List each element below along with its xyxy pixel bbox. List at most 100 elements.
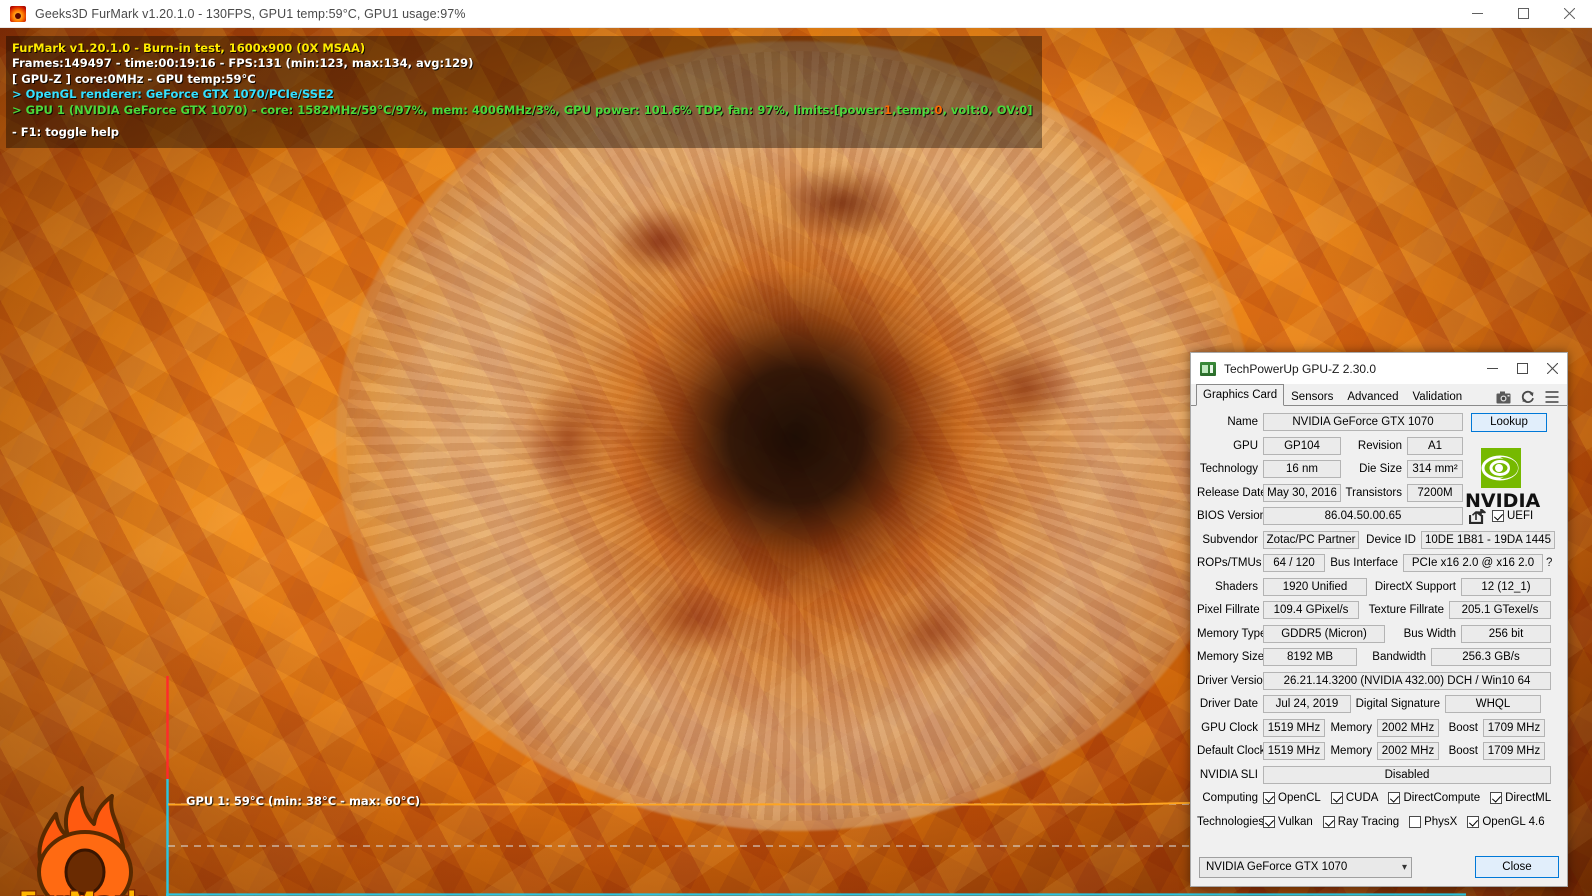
hud-gpu1-main: > GPU 1 (NVIDIA GeForce GTX 1070) - core…: [12, 102, 885, 117]
label-bus-width: Bus Width: [1403, 627, 1456, 640]
row-memsize-bandwidth: Memory Size 8192 MB Bandwidth 256.3 GB/s: [1197, 647, 1559, 667]
value-driver-version: 26.21.14.3200 (NVIDIA 432.00) DCH / Win1…: [1263, 671, 1551, 690]
tab-sensors[interactable]: Sensors: [1284, 386, 1340, 406]
checkbox-directml[interactable]: DirectML: [1490, 792, 1551, 804]
row-computing: Computing OpenCL CUDA DirectCompute Dire…: [1197, 788, 1559, 808]
gpuz-window-title: TechPowerUp GPU-Z 2.30.0: [1224, 361, 1377, 376]
value-memory-type: GDDR5 (Micron): [1263, 624, 1385, 643]
device-select-value: NVIDIA GeForce GTX 1070: [1206, 861, 1348, 873]
maximize-icon[interactable]: [1500, 0, 1546, 28]
value-bios-version: 86.04.50.00.65: [1263, 507, 1463, 525]
value-gpu: GP104: [1263, 436, 1341, 455]
value-memory-size: 8192 MB: [1263, 648, 1357, 666]
tab-validation-label: Validation: [1412, 391, 1463, 403]
label-gpu-boost-clock: Boost: [1448, 721, 1478, 734]
row-shaders-directx: Shaders 1920 Unified DirectX Support 12 …: [1197, 577, 1559, 597]
tab-advanced-label: Advanced: [1347, 391, 1399, 403]
close-button[interactable]: Close: [1475, 856, 1559, 878]
lookup-button[interactable]: Lookup: [1471, 412, 1547, 432]
label-subvendor: Subvendor: [1202, 533, 1258, 546]
value-default-boost-clock: 1709 MHz: [1483, 742, 1545, 760]
uefi-checkbox-box: [1492, 510, 1504, 522]
value-directx-support: 12 (12_1): [1461, 577, 1551, 596]
gpuz-close-icon[interactable]: [1537, 353, 1567, 384]
row-gpu-clock: GPU Clock 1519 MHz Memory 2002 MHz Boost…: [1197, 718, 1559, 738]
menu-icon[interactable]: [1545, 391, 1559, 403]
checkbox-ray-tracing-label: Ray Tracing: [1337, 815, 1400, 828]
furmark-window-title: Geeks3D FurMark v1.20.1.0 - 130FPS, GPU1…: [35, 6, 466, 21]
label-default-boost-clock: Boost: [1448, 745, 1478, 757]
furmark-app-icon: [10, 5, 26, 22]
minimize-icon[interactable]: [1454, 0, 1500, 28]
value-nvidia-sli: Disabled: [1263, 765, 1551, 784]
label-device-id: Device ID: [1366, 533, 1416, 546]
share-bios-icon[interactable]: [1469, 508, 1486, 524]
row-driver-version: Driver Version 26.21.14.3200 (NVIDIA 432…: [1197, 671, 1559, 691]
checkbox-physx-label: PhysX: [1424, 815, 1458, 828]
checkbox-opencl[interactable]: OpenCL: [1263, 792, 1321, 804]
gpuz-graphics-card-panel: NVIDIA Name NVIDIA GeForce GTX 1070 Look…: [1191, 405, 1567, 849]
value-digital-signature: WHQL: [1445, 695, 1541, 713]
bus-interface-help-icon[interactable]: ?: [1543, 557, 1552, 569]
gpuz-window: TechPowerUp GPU-Z 2.30.0 Graphics Card S…: [1190, 352, 1568, 887]
furmark-window-controls: [1454, 0, 1592, 28]
gpuz-maximize-icon[interactable]: [1507, 353, 1537, 384]
checkbox-vulkan[interactable]: Vulkan: [1263, 815, 1313, 828]
checkbox-opengl[interactable]: OpenGL 4.6: [1467, 815, 1545, 828]
computing-checkbox-group: OpenCL CUDA DirectCompute DirectML: [1263, 792, 1551, 804]
hud-gpu1-power-limit: 1: [884, 102, 893, 117]
value-bus-width: 256 bit: [1461, 624, 1551, 643]
checkbox-physx[interactable]: PhysX: [1409, 815, 1458, 828]
checkbox-vulkan-label: Vulkan: [1278, 815, 1313, 828]
hud-gpu1-sep1: ,temp:: [892, 102, 935, 117]
label-shaders: Shaders: [1215, 580, 1258, 593]
checkbox-directml-box: [1490, 792, 1503, 804]
screen: FurMark v1.20.1.0 - Burn-in test, 1600x9…: [0, 0, 1592, 896]
value-die-size: 314 mm²: [1407, 460, 1463, 478]
value-revision: A1: [1407, 436, 1463, 455]
checkbox-cuda[interactable]: CUDA: [1330, 792, 1378, 804]
gpuz-minimize-icon[interactable]: [1477, 353, 1507, 384]
value-subvendor: Zotac/PC Partner: [1263, 530, 1359, 549]
device-select[interactable]: NVIDIA GeForce GTX 1070 ▾: [1199, 856, 1412, 878]
value-pixel-fillrate: 109.4 GPixel/s: [1263, 601, 1359, 619]
value-driver-date: Jul 24, 2019: [1263, 695, 1351, 713]
tab-validation[interactable]: Validation: [1405, 386, 1469, 406]
furmark-logo-text: FurMark: [19, 887, 146, 896]
gpu-temp-graph-label: GPU 1: 59°C (min: 38°C - max: 60°C): [186, 794, 421, 808]
value-default-memory-clock: 2002 MHz: [1377, 742, 1439, 760]
label-directx-support: DirectX Support: [1374, 580, 1456, 593]
value-gpu-memory-clock: 2002 MHz: [1377, 718, 1439, 737]
row-name: Name NVIDIA GeForce GTX 1070 Lookup: [1197, 412, 1559, 432]
row-subvendor-deviceid: Subvendor Zotac/PC Partner Device ID 10D…: [1197, 530, 1559, 550]
checkbox-directcompute[interactable]: DirectCompute: [1388, 792, 1480, 804]
tab-advanced[interactable]: Advanced: [1340, 386, 1405, 406]
value-default-clock: 1519 MHz: [1263, 742, 1325, 760]
label-rops-tmus: ROPs/TMUs: [1197, 557, 1262, 569]
hud-line-frames: Frames:149497 - time:00:19:16 - FPS:131 …: [12, 56, 474, 71]
label-gpu-memory-clock: Memory: [1330, 721, 1372, 734]
label-release-date: Release Date: [1197, 486, 1267, 499]
close-icon[interactable]: [1546, 0, 1592, 28]
checkbox-opencl-box: [1263, 792, 1275, 804]
checkbox-ray-tracing[interactable]: Ray Tracing: [1322, 815, 1400, 828]
hud-line-gpuz: [ GPU-Z ] core:0MHz - GPU temp:59°C: [12, 71, 256, 86]
label-driver-version: Driver Version: [1197, 674, 1270, 687]
checkbox-cuda-box: [1330, 792, 1343, 804]
value-gpu-clock: 1519 MHz: [1263, 718, 1325, 737]
row-fillrates: Pixel Fillrate 109.4 GPixel/s Texture Fi…: [1197, 600, 1559, 620]
value-gpu-boost-clock: 1709 MHz: [1483, 718, 1545, 737]
label-technologies: Technologies: [1197, 815, 1265, 828]
camera-icon[interactable]: [1496, 391, 1511, 404]
tab-graphics-card[interactable]: Graphics Card: [1196, 384, 1285, 406]
technologies-checkbox-group: Vulkan Ray Tracing PhysX OpenGL 4.6: [1263, 815, 1545, 828]
nvidia-logo: NVIDIA: [1463, 448, 1559, 512]
row-nvidia-sli: NVIDIA SLI Disabled: [1197, 765, 1559, 785]
furmark-titlebar: Geeks3D FurMark v1.20.1.0 - 130FPS, GPU1…: [0, 0, 1592, 28]
refresh-icon[interactable]: [1521, 390, 1535, 404]
label-technology: Technology: [1199, 463, 1258, 475]
label-memory-type: Memory Type: [1197, 627, 1267, 640]
checkbox-directcompute-box: [1388, 792, 1401, 804]
label-pixel-fillrate: Pixel Fillrate: [1197, 604, 1260, 616]
uefi-checkbox[interactable]: UEFI: [1492, 510, 1533, 522]
